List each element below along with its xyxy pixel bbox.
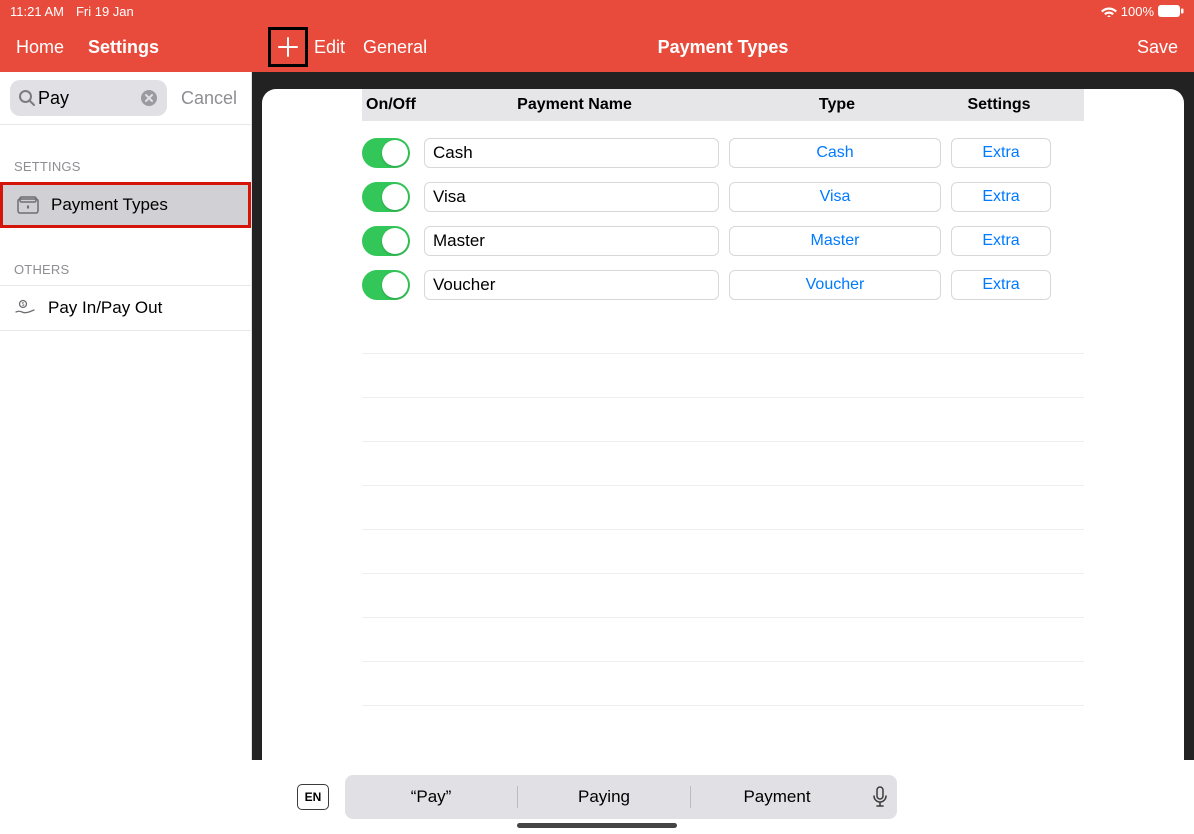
content-panel: On/Off Payment Name Type Settings Cash Ex… bbox=[262, 89, 1184, 834]
col-header-type: Type bbox=[727, 96, 947, 114]
empty-row bbox=[362, 661, 1084, 705]
payment-settings-button[interactable]: Extra bbox=[951, 138, 1051, 168]
search-icon bbox=[18, 89, 36, 107]
home-indicator[interactable] bbox=[517, 823, 677, 828]
search-field[interactable] bbox=[10, 80, 167, 116]
sidebar-item-payment-types[interactable]: Payment Types bbox=[0, 182, 251, 228]
status-date: Fri 19 Jan bbox=[76, 4, 134, 19]
save-button[interactable]: Save bbox=[1137, 37, 1178, 58]
keyboard-language-button[interactable]: EN bbox=[297, 784, 329, 810]
payment-name-input[interactable] bbox=[424, 270, 719, 300]
table-row: Voucher Extra bbox=[362, 263, 1084, 307]
plus-icon bbox=[276, 35, 300, 59]
empty-row bbox=[362, 617, 1084, 661]
page-title: Payment Types bbox=[658, 37, 789, 58]
enable-toggle[interactable] bbox=[362, 270, 410, 300]
keyboard-suggestion[interactable]: Payment bbox=[691, 787, 863, 807]
battery-percent: 100% bbox=[1121, 4, 1154, 19]
nav-home[interactable]: Home bbox=[16, 37, 64, 58]
sidebar: Cancel SETTINGS Payment Types OTHERS $ P… bbox=[0, 72, 252, 834]
clear-search-button[interactable] bbox=[139, 88, 159, 108]
empty-row bbox=[362, 485, 1084, 529]
search-input[interactable] bbox=[38, 88, 139, 109]
table-row: Master Extra bbox=[362, 219, 1084, 263]
sidebar-item-label: Payment Types bbox=[51, 195, 168, 215]
empty-row bbox=[362, 397, 1084, 441]
status-time: 11:21 AM bbox=[10, 4, 64, 19]
enable-toggle[interactable] bbox=[362, 138, 410, 168]
enable-toggle[interactable] bbox=[362, 182, 410, 212]
table-row: Cash Extra bbox=[362, 131, 1084, 175]
microphone-icon bbox=[872, 786, 888, 808]
edit-button[interactable]: Edit bbox=[314, 37, 345, 58]
payment-type-button[interactable]: Cash bbox=[729, 138, 941, 168]
battery-icon bbox=[1158, 5, 1184, 17]
empty-row bbox=[362, 529, 1084, 573]
sidebar-section-others: OTHERS bbox=[0, 228, 251, 285]
col-header-settings: Settings bbox=[947, 96, 1051, 114]
payment-settings-button[interactable]: Extra bbox=[951, 226, 1051, 256]
col-header-name: Payment Name bbox=[422, 96, 727, 114]
keyboard-suggestion-bar: EN “Pay” Paying Payment bbox=[0, 760, 1194, 834]
payment-type-button[interactable]: Voucher bbox=[729, 270, 941, 300]
cancel-search-button[interactable]: Cancel bbox=[181, 88, 237, 109]
payment-type-button[interactable]: Master bbox=[729, 226, 941, 256]
keyboard-suggestion[interactable]: “Pay” bbox=[345, 787, 517, 807]
payment-name-input[interactable] bbox=[424, 138, 719, 168]
empty-row bbox=[362, 441, 1084, 485]
wallet-icon bbox=[17, 194, 39, 216]
payment-name-input[interactable] bbox=[424, 182, 719, 212]
empty-row bbox=[362, 705, 1084, 749]
enable-toggle[interactable] bbox=[362, 226, 410, 256]
general-button[interactable]: General bbox=[363, 37, 427, 58]
payment-type-button[interactable]: Visa bbox=[729, 182, 941, 212]
add-button[interactable] bbox=[268, 27, 308, 67]
keyboard-suggestion[interactable]: Paying bbox=[518, 787, 690, 807]
status-bar: 11:21 AM Fri 19 Jan 100% bbox=[0, 0, 1194, 22]
col-header-onoff: On/Off bbox=[362, 96, 422, 114]
clear-icon bbox=[140, 89, 158, 107]
table-row: Visa Extra bbox=[362, 175, 1084, 219]
payment-name-input[interactable] bbox=[424, 226, 719, 256]
table-header: On/Off Payment Name Type Settings bbox=[362, 89, 1084, 121]
svg-text:$: $ bbox=[22, 302, 25, 308]
nav-settings[interactable]: Settings bbox=[88, 37, 159, 58]
payment-settings-button[interactable]: Extra bbox=[951, 270, 1051, 300]
sidebar-section-settings: SETTINGS bbox=[0, 125, 251, 182]
empty-row bbox=[362, 353, 1084, 397]
cash-hand-icon: $ bbox=[14, 297, 36, 319]
wifi-icon bbox=[1101, 5, 1117, 17]
sidebar-item-payinout[interactable]: $ Pay In/Pay Out bbox=[0, 285, 251, 331]
payment-settings-button[interactable]: Extra bbox=[951, 182, 1051, 212]
dictation-button[interactable] bbox=[863, 786, 897, 808]
empty-row bbox=[362, 573, 1084, 617]
sidebar-item-label: Pay In/Pay Out bbox=[48, 298, 162, 318]
